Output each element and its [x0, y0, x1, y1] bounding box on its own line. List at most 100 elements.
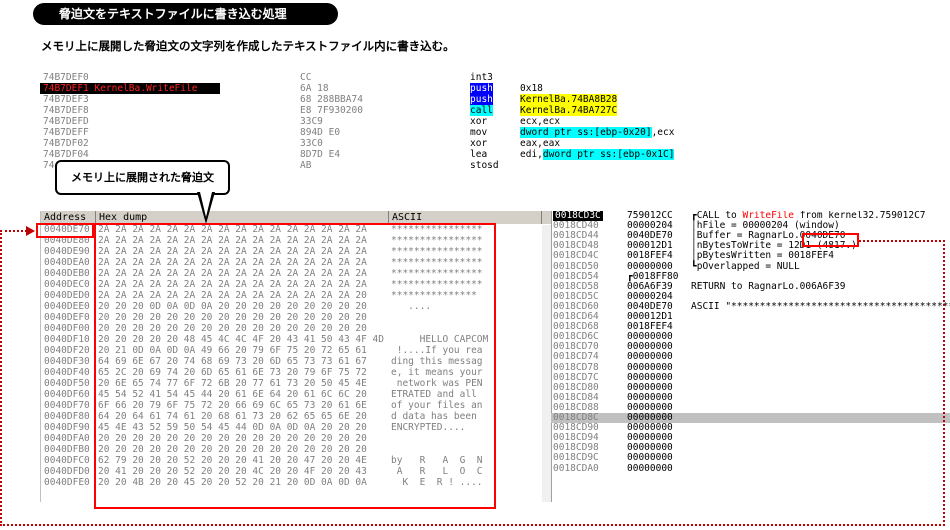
- stack-comment: RETURN to RagnarLo.006A6F39: [691, 280, 846, 292]
- disasm-row[interactable]: 74B7DEF8 E8 7F930200 call KernelBa.74BA727C: [40, 105, 950, 116]
- buffer-highlight-box: [802, 233, 859, 247]
- stack-row[interactable]: 0018CD80 00000000: [551, 382, 950, 393]
- stack-address: 0018CD4C: [553, 250, 599, 262]
- disasm-row[interactable]: 74B7DEFF 894D E0 mov dword ptr ss:[ebp-0x20…: [40, 127, 950, 138]
- dump-address: 0040DF10: [44, 334, 90, 345]
- stack-comment: ASCII "*********************************…: [691, 300, 950, 312]
- stack-row[interactable]: 0018CD64 000012D1: [551, 311, 950, 322]
- operand-highlight: dword ptr ss:[ebp-0x1C]: [542, 149, 675, 160]
- stack-row[interactable]: 0018CD9C 00000000: [551, 453, 950, 463]
- annotation-connector: [859, 240, 945, 242]
- dump-address: 0040DF40: [44, 367, 90, 378]
- disasm-bytes: 894D E0: [300, 127, 341, 138]
- disasm-mnemonic: push: [470, 83, 493, 94]
- address-highlight-box: [36, 223, 94, 238]
- disasm-row[interactable]: 74B7DF02 33C0 xor eax,eax: [40, 138, 950, 149]
- disasm-mnemonic: stosd: [470, 160, 499, 171]
- stack-row[interactable]: 0018CD74 00000000: [551, 352, 950, 362]
- stack-pane[interactable]: 0018CD3C 759012CC ┏CALL to WriteFile from …: [551, 211, 950, 502]
- stack-row[interactable]: 0018CD60 0040DE70 ASCII "*****************…: [551, 300, 950, 312]
- callout-tail-inner: [200, 192, 212, 217]
- dump-address: 0040DEE0: [44, 301, 90, 312]
- dump-address: 0040DF90: [44, 422, 90, 433]
- operand-prefix: edi,: [520, 149, 543, 160]
- disasm-row[interactable]: 74B7DEFD 33C9 xor ecx,ecx: [40, 116, 950, 127]
- disasm-operand: KernelBa.74BA8B28: [520, 94, 618, 105]
- dump-address: 0040DF70: [44, 400, 90, 411]
- disasm-operand: KernelBa.74BA727C: [520, 105, 618, 116]
- operand-suffix: ,ecx: [651, 127, 675, 138]
- disasm-bytes: 8D7D E4: [300, 149, 341, 160]
- dump-address: 0040DF60: [44, 389, 90, 400]
- dump-address: 0040DF30: [44, 356, 90, 367]
- disasm-address: 74B7DEF1 KernelBa.WriteFile: [43, 83, 198, 94]
- annotation-connector: [0, 524, 945, 526]
- disasm-bytes: CC: [300, 72, 312, 83]
- disasm-mnemonic: push: [470, 94, 493, 105]
- stack-comment: ┗pOverlapped = NULL: [691, 260, 800, 272]
- stack-row[interactable]: 0018CD94 00000000: [551, 433, 950, 443]
- stack-row[interactable]: 0018CD98 00000000: [551, 443, 950, 453]
- disasm-mnemonic: xor: [470, 138, 488, 149]
- operand-text: ecx,ecx: [520, 116, 561, 127]
- callout: メモリ上に展開された脅迫文: [55, 160, 230, 195]
- subtitle: メモリ上に展開した脅迫文の文字列を作成したテキストファイル内に書き込む。: [41, 39, 455, 53]
- dump-address: 0040DF80: [44, 411, 90, 422]
- stack-row[interactable]: 0018CD84 00000000: [551, 392, 950, 403]
- disassembly-pane[interactable]: 74B7DEF0 CC int3 74B7DEF1 KernelBa.WriteFil…: [40, 71, 950, 172]
- disasm-address: 74B7DF04: [43, 149, 89, 160]
- annotation-connector: [943, 240, 945, 526]
- disasm-operand: eax,eax: [520, 138, 560, 149]
- dump-address: 0040DF50: [44, 378, 90, 389]
- stack-address: 0018CD74: [553, 351, 599, 363]
- annotation-arrow-icon: [26, 226, 35, 236]
- operand-text: 0x18: [520, 83, 543, 94]
- stack-row[interactable]: 0018CD70 00000000: [551, 342, 950, 352]
- disasm-bytes: AB: [300, 160, 312, 171]
- dump-address: 0040DFD0: [44, 466, 90, 477]
- stack-row[interactable]: 0018CD58 006A6F39 RETURN to RagnarLo.006A6…: [551, 280, 950, 292]
- disasm-mnemonic: xor: [470, 116, 488, 127]
- dump-address: 0040DEA0: [44, 257, 90, 268]
- stack-address: 0018CD9C: [553, 452, 599, 464]
- disasm-mnemonic: int3: [470, 72, 493, 83]
- disasm-address: 74: [43, 160, 55, 171]
- dump-address: 0040DF00: [44, 323, 90, 334]
- disasm-address: 74B7DEFF: [43, 127, 89, 138]
- dump-address: 0040DFA0: [44, 433, 90, 444]
- stack-row[interactable]: 0018CD90 00000000: [551, 422, 950, 433]
- disasm-bytes: 33C9: [300, 116, 323, 127]
- stack-row[interactable]: 0018CDA0 00000000: [551, 462, 950, 474]
- disasm-operand: edi,dword ptr ss:[ebp-0x1C]: [520, 149, 675, 160]
- operand-text: KernelBa.74BA8B28: [520, 94, 618, 105]
- stack-row[interactable]: 0018CD6C 00000000: [551, 332, 950, 342]
- disasm-address: 74B7DEFD: [43, 116, 89, 127]
- stack-row[interactable]: 0018CD7C 00000000: [551, 372, 950, 383]
- dump-address: 0040DEF0: [44, 312, 90, 323]
- disasm-operand: 0x18: [520, 83, 543, 94]
- disasm-bytes: E8 7F930200: [300, 105, 363, 116]
- disasm-operand: ecx,ecx: [520, 116, 560, 127]
- disasm-row[interactable]: 74B7DEF3 68 288BBA74 push KernelBa.74BA8B28: [40, 94, 950, 105]
- dump-address: 0040DFE0: [44, 477, 90, 488]
- disasm-bytes: 33C0: [300, 138, 323, 149]
- stack-row[interactable]: 0018CD88 00000000: [551, 402, 950, 413]
- stack-row[interactable]: 0018CD68 0018FEF4: [551, 321, 950, 332]
- dump-highlight-box: [94, 223, 496, 509]
- disasm-row[interactable]: 74B7DEF1 KernelBa.WriteFile 6A 18 push 0x18: [40, 83, 950, 94]
- disasm-bytes: 68 288BBA74: [300, 94, 363, 105]
- dump-address: 0040DF20: [44, 345, 90, 356]
- disasm-row[interactable]: 74B7DF04 8D7D E4 lea edi,dword ptr ss:[ebp-…: [40, 149, 950, 160]
- stack-row[interactable]: 0018CD50 00000000 ┗pOverlapped = NULL: [551, 260, 950, 272]
- operand-text: KernelBa.74BA727C: [520, 105, 618, 116]
- disasm-address: 74B7DF02: [43, 138, 89, 149]
- stack-row[interactable]: 0018CD4C 0018FEF4 │pBytesWritten = 0018FEF…: [551, 251, 950, 261]
- stack-row[interactable]: 0018CD8C 00000000: [551, 412, 950, 424]
- stack-value: 00000000: [627, 452, 673, 464]
- operand-text: eax,eax: [520, 138, 561, 149]
- annotation-connector: [0, 230, 27, 232]
- stack-row[interactable]: 0018CD78 00000000: [551, 362, 950, 373]
- stack-address: 0018CDA0: [553, 462, 599, 474]
- annotation-connector: [0, 230, 2, 526]
- disasm-row[interactable]: 74B7DEF0 CC int3: [40, 72, 950, 83]
